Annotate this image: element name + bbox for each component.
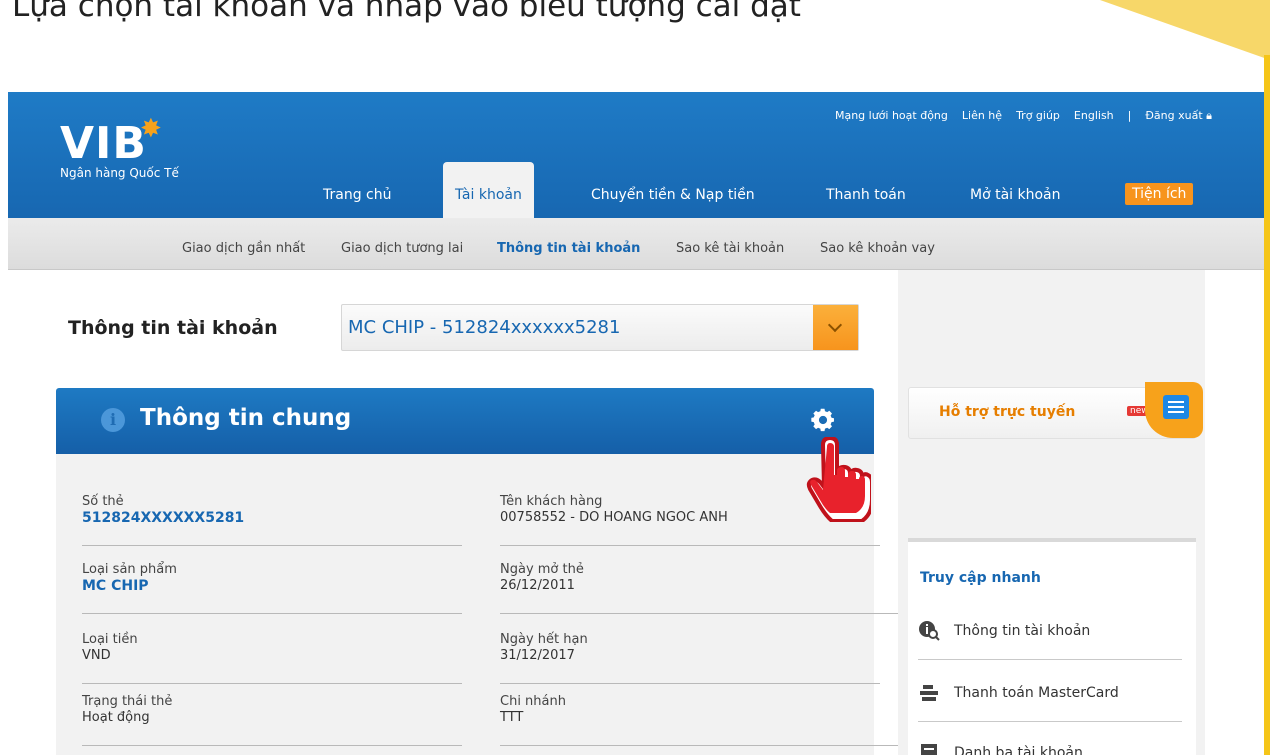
field-label: Loại sản phẩm: [82, 562, 177, 577]
quick-item-mastercard[interactable]: Thanh toán MasterCard: [918, 672, 1182, 722]
lock-icon: 🔒︎: [1206, 109, 1212, 122]
field-card-number: Số thẻ 512824XXXXXX5281: [82, 486, 462, 546]
link-network[interactable]: Mạng lưới hoạt động: [835, 109, 948, 123]
link-english[interactable]: English: [1074, 109, 1114, 123]
logout-label: Đăng xuất: [1145, 109, 1203, 122]
field-label: Trạng thái thẻ: [82, 694, 173, 709]
field-value: MC CHIP: [82, 578, 149, 594]
online-support-button[interactable]: Hỗ trợ trực tuyến new: [908, 382, 1203, 439]
payment-stack-icon: [920, 685, 938, 701]
field-branch: Chi nhánh TTT: [500, 686, 902, 746]
link-separator: |: [1127, 109, 1132, 122]
field-value: 512824XXXXXX5281: [82, 510, 245, 526]
field-value: 31/12/2017: [500, 648, 575, 663]
quick-item-label: Danh bạ tài khoản: [954, 745, 1083, 755]
subnav-statement[interactable]: Sao kê tài khoản: [676, 241, 784, 256]
pointer-hand-icon: [806, 437, 871, 522]
general-info-header: i Thông tin chung: [56, 388, 874, 454]
corner-decoration: [1100, 0, 1270, 60]
field-label: Tên khách hàng: [500, 494, 603, 509]
nav-home[interactable]: Trang chủ: [323, 187, 391, 203]
nav-payment[interactable]: Thanh toán: [826, 187, 906, 203]
site-header: VIB ✸ Ngân hàng Quốc Tế Mạng lưới hoạt đ…: [8, 92, 1264, 218]
field-label: Loại tiền: [82, 632, 138, 647]
quick-access-panel: Truy cập nhanh Thông tin tài khoản Thanh…: [908, 538, 1196, 755]
link-contact[interactable]: Liên hệ: [962, 109, 1002, 123]
top-links: Mạng lưới hoạt động Liên hệ Trợ giúp Eng…: [835, 109, 1212, 123]
side-accent-bar: [1264, 55, 1270, 755]
quick-item-account-info[interactable]: Thông tin tài khoản: [918, 610, 1182, 660]
address-book-icon: [921, 744, 937, 755]
field-open-date: Ngày mở thẻ 26/12/2011: [500, 554, 902, 614]
nav-accounts[interactable]: Tài khoản: [443, 162, 534, 218]
nav-open-account[interactable]: Mở tài khoản: [970, 187, 1061, 203]
right-sidebar: Hỗ trợ trực tuyến new Truy cập nhanh Thô…: [898, 270, 1205, 755]
field-value: Hoạt động: [82, 710, 150, 725]
quick-item-label: Thanh toán MasterCard: [954, 685, 1119, 701]
field-label: Số thẻ: [82, 494, 124, 509]
field-card-status: Trạng thái thẻ Hoạt động: [82, 686, 462, 746]
general-info-body: Số thẻ 512824XXXXXX5281 Tên khách hàng 0…: [56, 454, 902, 755]
account-select-value: MC CHIP - 512824xxxxxx5281: [348, 317, 621, 338]
field-label: Ngày mở thẻ: [500, 562, 584, 577]
chevron-down-icon[interactable]: [813, 305, 858, 350]
info-icon: i: [101, 408, 125, 432]
sub-nav: Giao dịch gần nhất Giao dịch tương lai T…: [8, 218, 1264, 270]
link-help[interactable]: Trợ giúp: [1016, 109, 1060, 123]
field-value: TTT: [500, 710, 524, 725]
tutorial-title: Lựa chọn tài khoản và nhấp vào biểu tượn…: [12, 0, 801, 24]
account-search-icon: [919, 621, 940, 641]
field-currency: Loại tiền VND: [82, 624, 462, 684]
support-label: Hỗ trợ trực tuyến: [939, 404, 1076, 420]
field-value: 00758552 - DO HOANG NGOC ANH: [500, 510, 728, 525]
subnav-account-info[interactable]: Thông tin tài khoản: [497, 241, 640, 256]
main-nav: Trang chủ Tài khoản Chuyển tiền & Nạp ti…: [8, 162, 1264, 218]
field-product-type: Loại sản phẩm MC CHIP: [82, 554, 462, 614]
logo-star-icon: ✸: [140, 114, 162, 144]
logout-link[interactable]: Đăng xuất 🔒︎: [1145, 109, 1212, 123]
browser-frame: VIB ✸ Ngân hàng Quốc Tế Mạng lưới hoạt đ…: [8, 92, 1264, 755]
subnav-recent[interactable]: Giao dịch gần nhất: [182, 241, 305, 256]
quick-item-account-directory[interactable]: Danh bạ tài khoản: [918, 732, 1182, 755]
panel-title: Thông tin chung: [140, 405, 352, 431]
subnav-future[interactable]: Giao dịch tương lai: [341, 241, 463, 256]
chat-icon: [1145, 382, 1203, 438]
quick-item-label: Thông tin tài khoản: [954, 623, 1091, 639]
account-select[interactable]: MC CHIP - 512824xxxxxx5281: [341, 304, 859, 351]
quick-access-title: Truy cập nhanh: [920, 570, 1041, 586]
field-label: Chi nhánh: [500, 694, 566, 709]
gear-icon[interactable]: [809, 406, 837, 434]
field-expiry-date: Ngày hết hạn 31/12/2017: [500, 624, 880, 684]
account-info-label: Thông tin tài khoản: [68, 317, 278, 339]
field-value: VND: [82, 648, 111, 663]
field-value: 26/12/2011: [500, 578, 575, 593]
nav-transfer[interactable]: Chuyển tiền & Nạp tiền: [591, 187, 755, 203]
nav-utilities[interactable]: Tiện ích: [1125, 183, 1194, 205]
subnav-loan-statement[interactable]: Sao kê khoản vay: [820, 241, 935, 256]
field-label: Ngày hết hạn: [500, 632, 588, 647]
